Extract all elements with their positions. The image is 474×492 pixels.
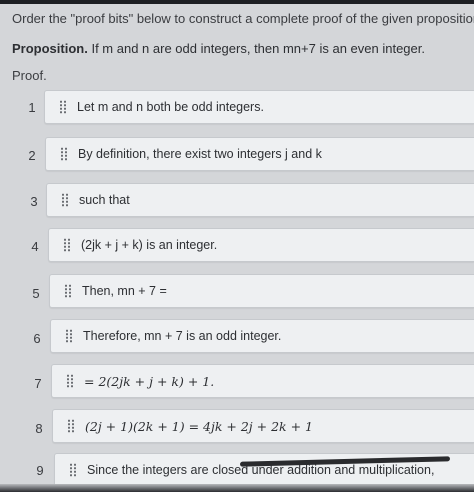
proof-bit-4[interactable]: (2jk + j + k) is an integer. xyxy=(48,228,474,262)
row-number-4: 4 xyxy=(31,239,39,254)
proof-bit-6[interactable]: Therefore, mn + 7 is an odd integer. xyxy=(50,319,474,353)
row-number-1: 1 xyxy=(28,100,36,115)
row-number-8: 8 xyxy=(35,421,43,436)
proof-label: Proof. xyxy=(12,68,47,83)
row-number-9: 9 xyxy=(36,463,44,478)
proof-bit-text: (2j + 1)(2k + 1) = 4jk + 2j + 2k + 1 xyxy=(85,418,314,434)
row-number-7: 7 xyxy=(34,376,42,391)
proof-bit-3[interactable]: such that xyxy=(46,183,474,217)
proof-bit-7[interactable]: = 2(2jk + j + k) + 1. xyxy=(51,364,474,398)
proof-bit-1[interactable]: Let m and n both be odd integers. xyxy=(44,90,474,124)
proof-bit-text: (2jk + j + k) is an integer. xyxy=(81,238,218,252)
bottom-edge xyxy=(0,484,474,492)
row-number-6: 6 xyxy=(33,331,41,346)
row-number-5: 5 xyxy=(32,286,40,301)
proposition-label: Proposition. xyxy=(12,41,88,56)
proof-bit-text: Let m and n both be odd integers. xyxy=(77,100,264,114)
drag-handle-icon[interactable] xyxy=(67,419,75,433)
drag-handle-icon[interactable] xyxy=(64,284,72,298)
drag-handle-icon[interactable] xyxy=(69,463,77,477)
proof-bit-text: such that xyxy=(79,193,130,207)
row-number-3: 3 xyxy=(30,194,38,209)
drag-handle-icon[interactable] xyxy=(66,374,74,388)
drag-handle-icon[interactable] xyxy=(60,147,68,161)
drag-handle-icon[interactable] xyxy=(63,238,71,252)
proposition: Proposition. If m and n are odd integers… xyxy=(12,41,425,56)
proof-bit-2[interactable]: By definition, there exist two integers … xyxy=(45,137,474,171)
proposition-text: If m and n are odd integers, then mn+7 i… xyxy=(91,41,425,56)
proof-bit-text: Then, mn + 7 = xyxy=(82,284,167,298)
row-number-2: 2 xyxy=(28,148,36,163)
top-bar xyxy=(0,0,474,4)
proof-bit-text: = 2(2jk + j + k) + 1. xyxy=(84,373,215,389)
proof-bit-text: Therefore, mn + 7 is an odd integer. xyxy=(83,329,282,343)
proof-bit-5[interactable]: Then, mn + 7 = xyxy=(49,274,474,308)
drag-handle-icon[interactable] xyxy=(65,329,73,343)
drag-handle-icon[interactable] xyxy=(61,193,69,207)
drag-handle-icon[interactable] xyxy=(59,100,67,114)
instruction-text: Order the "proof bits" below to construc… xyxy=(12,11,474,26)
proof-bit-8[interactable]: (2j + 1)(2k + 1) = 4jk + 2j + 2k + 1 xyxy=(52,409,474,443)
proof-bit-text: By definition, there exist two integers … xyxy=(78,147,322,161)
